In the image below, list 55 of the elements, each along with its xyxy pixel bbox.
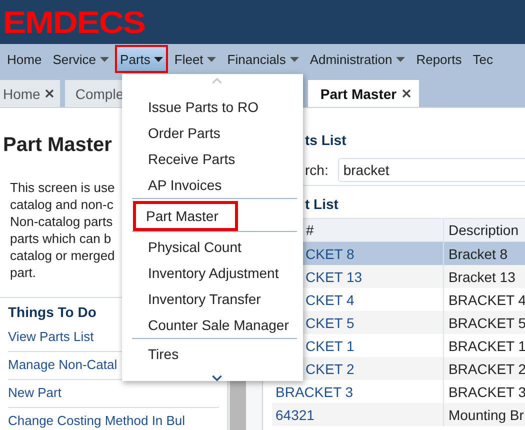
- nav-menu-item[interactable]: Fleet: [169, 45, 222, 73]
- menu-item[interactable]: Receive Parts: [132, 146, 301, 172]
- nav-menu-item[interactable]: Parts: [115, 45, 168, 73]
- description-text: part.: [10, 264, 36, 281]
- menu-item[interactable]: AP Invoices: [132, 172, 301, 198]
- search-label: rch:: [305, 162, 328, 178]
- part-number-link[interactable]: 64321: [276, 406, 314, 422]
- part-number-link[interactable]: CKET 5: [306, 314, 354, 330]
- menu-item[interactable]: Inventory Transfer: [132, 286, 297, 312]
- description-text: Non-catalog parts: [10, 213, 113, 230]
- caret-icon: [396, 56, 406, 62]
- caret-icon: [154, 56, 164, 62]
- caret-icon: [207, 56, 216, 62]
- nav-menu-item[interactable]: Tec: [468, 45, 498, 73]
- part-number-link[interactable]: CKET 4: [306, 292, 354, 308]
- table-cell: Bracket 13: [444, 265, 525, 288]
- table-cell: Mounting Br: [444, 403, 525, 426]
- description-text: catalog or merged: [10, 247, 115, 264]
- tab-label: Part Master: [320, 86, 397, 102]
- description-text: parts which can b: [10, 230, 112, 247]
- tab-label: Home: [3, 86, 40, 102]
- close-icon[interactable]: [402, 89, 411, 98]
- table-cell: BRACKET 5: [444, 311, 525, 334]
- panel-title: Things To Do: [8, 304, 96, 322]
- part-number-link[interactable]: CKET 8: [306, 246, 354, 262]
- menu-item[interactable]: Order Parts: [132, 120, 301, 146]
- part-number-link[interactable]: CKET 1: [306, 338, 354, 354]
- nav-menu-item[interactable]: Home: [2, 45, 47, 73]
- nav-menu-item[interactable]: Service: [48, 45, 114, 73]
- nav-menu-item[interactable]: Financials: [222, 45, 304, 73]
- caret-icon: [100, 56, 110, 62]
- scroll-down-icon[interactable]: [210, 375, 222, 381]
- nav-menu-item[interactable]: Administration: [304, 45, 410, 73]
- search-field[interactable]: bracket: [338, 158, 525, 182]
- close-icon[interactable]: [45, 89, 54, 98]
- part-number-link[interactable]: CKET 13: [306, 268, 362, 284]
- tab-label: Comple: [75, 86, 124, 102]
- nav-menu-item[interactable]: Reports: [411, 45, 467, 73]
- tab[interactable]: Part Master: [308, 80, 419, 107]
- column-header[interactable]: Description: [444, 218, 525, 242]
- menu-item[interactable]: Part Master: [133, 201, 238, 231]
- section-heading: ts List: [304, 131, 348, 150]
- caret-icon: [290, 56, 299, 62]
- page-title: Part Master: [3, 134, 112, 157]
- menu-item[interactable]: Inventory Adjustment: [132, 260, 297, 286]
- section-heading: t List: [304, 196, 340, 214]
- tab[interactable]: Home: [0, 80, 60, 107]
- logo: EMDECS: [3, 6, 145, 38]
- part-number-link[interactable]: BRACKET 3: [276, 384, 354, 400]
- menu-item[interactable]: Tires: [132, 341, 297, 367]
- part-number-link[interactable]: CKET 2: [306, 360, 354, 376]
- task-link[interactable]: Change Costing Method In Bul: [8, 408, 219, 430]
- description-text: This screen is use: [10, 179, 115, 196]
- description-text: catalog and non-c: [10, 196, 114, 213]
- table-cell: BRACKET 2: [444, 357, 525, 380]
